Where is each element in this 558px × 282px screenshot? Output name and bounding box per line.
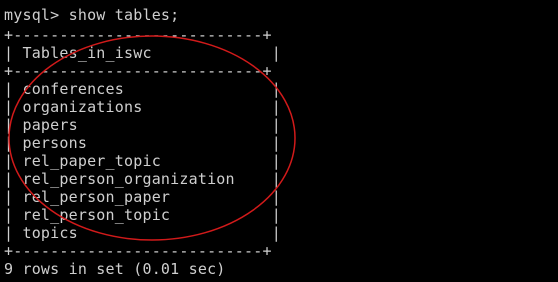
table-row: | papers | xyxy=(4,116,281,134)
table-border-bottom: +---------------------------+ xyxy=(4,242,272,260)
table-row: | persons | xyxy=(4,134,281,152)
table-row: | rel_person_paper | xyxy=(4,188,281,206)
table-row: | rel_paper_topic | xyxy=(4,152,281,170)
table-row: | organizations | xyxy=(4,98,281,116)
table-header: | Tables_in_iswc | xyxy=(4,44,281,62)
table-border-top: +---------------------------+ xyxy=(4,26,272,44)
prompt-line: mysql> show tables; xyxy=(4,6,180,24)
result-footer: 9 rows in set (0.01 sec) xyxy=(4,260,226,278)
table-border-mid: +---------------------------+ xyxy=(4,62,272,80)
table-row: | rel_person_organization | xyxy=(4,170,281,188)
terminal-window[interactable]: mysql> show tables; +-------------------… xyxy=(0,0,558,282)
table-row: | topics | xyxy=(4,224,281,242)
table-row: | rel_person_topic | xyxy=(4,206,281,224)
table-row: | conferences | xyxy=(4,80,281,98)
